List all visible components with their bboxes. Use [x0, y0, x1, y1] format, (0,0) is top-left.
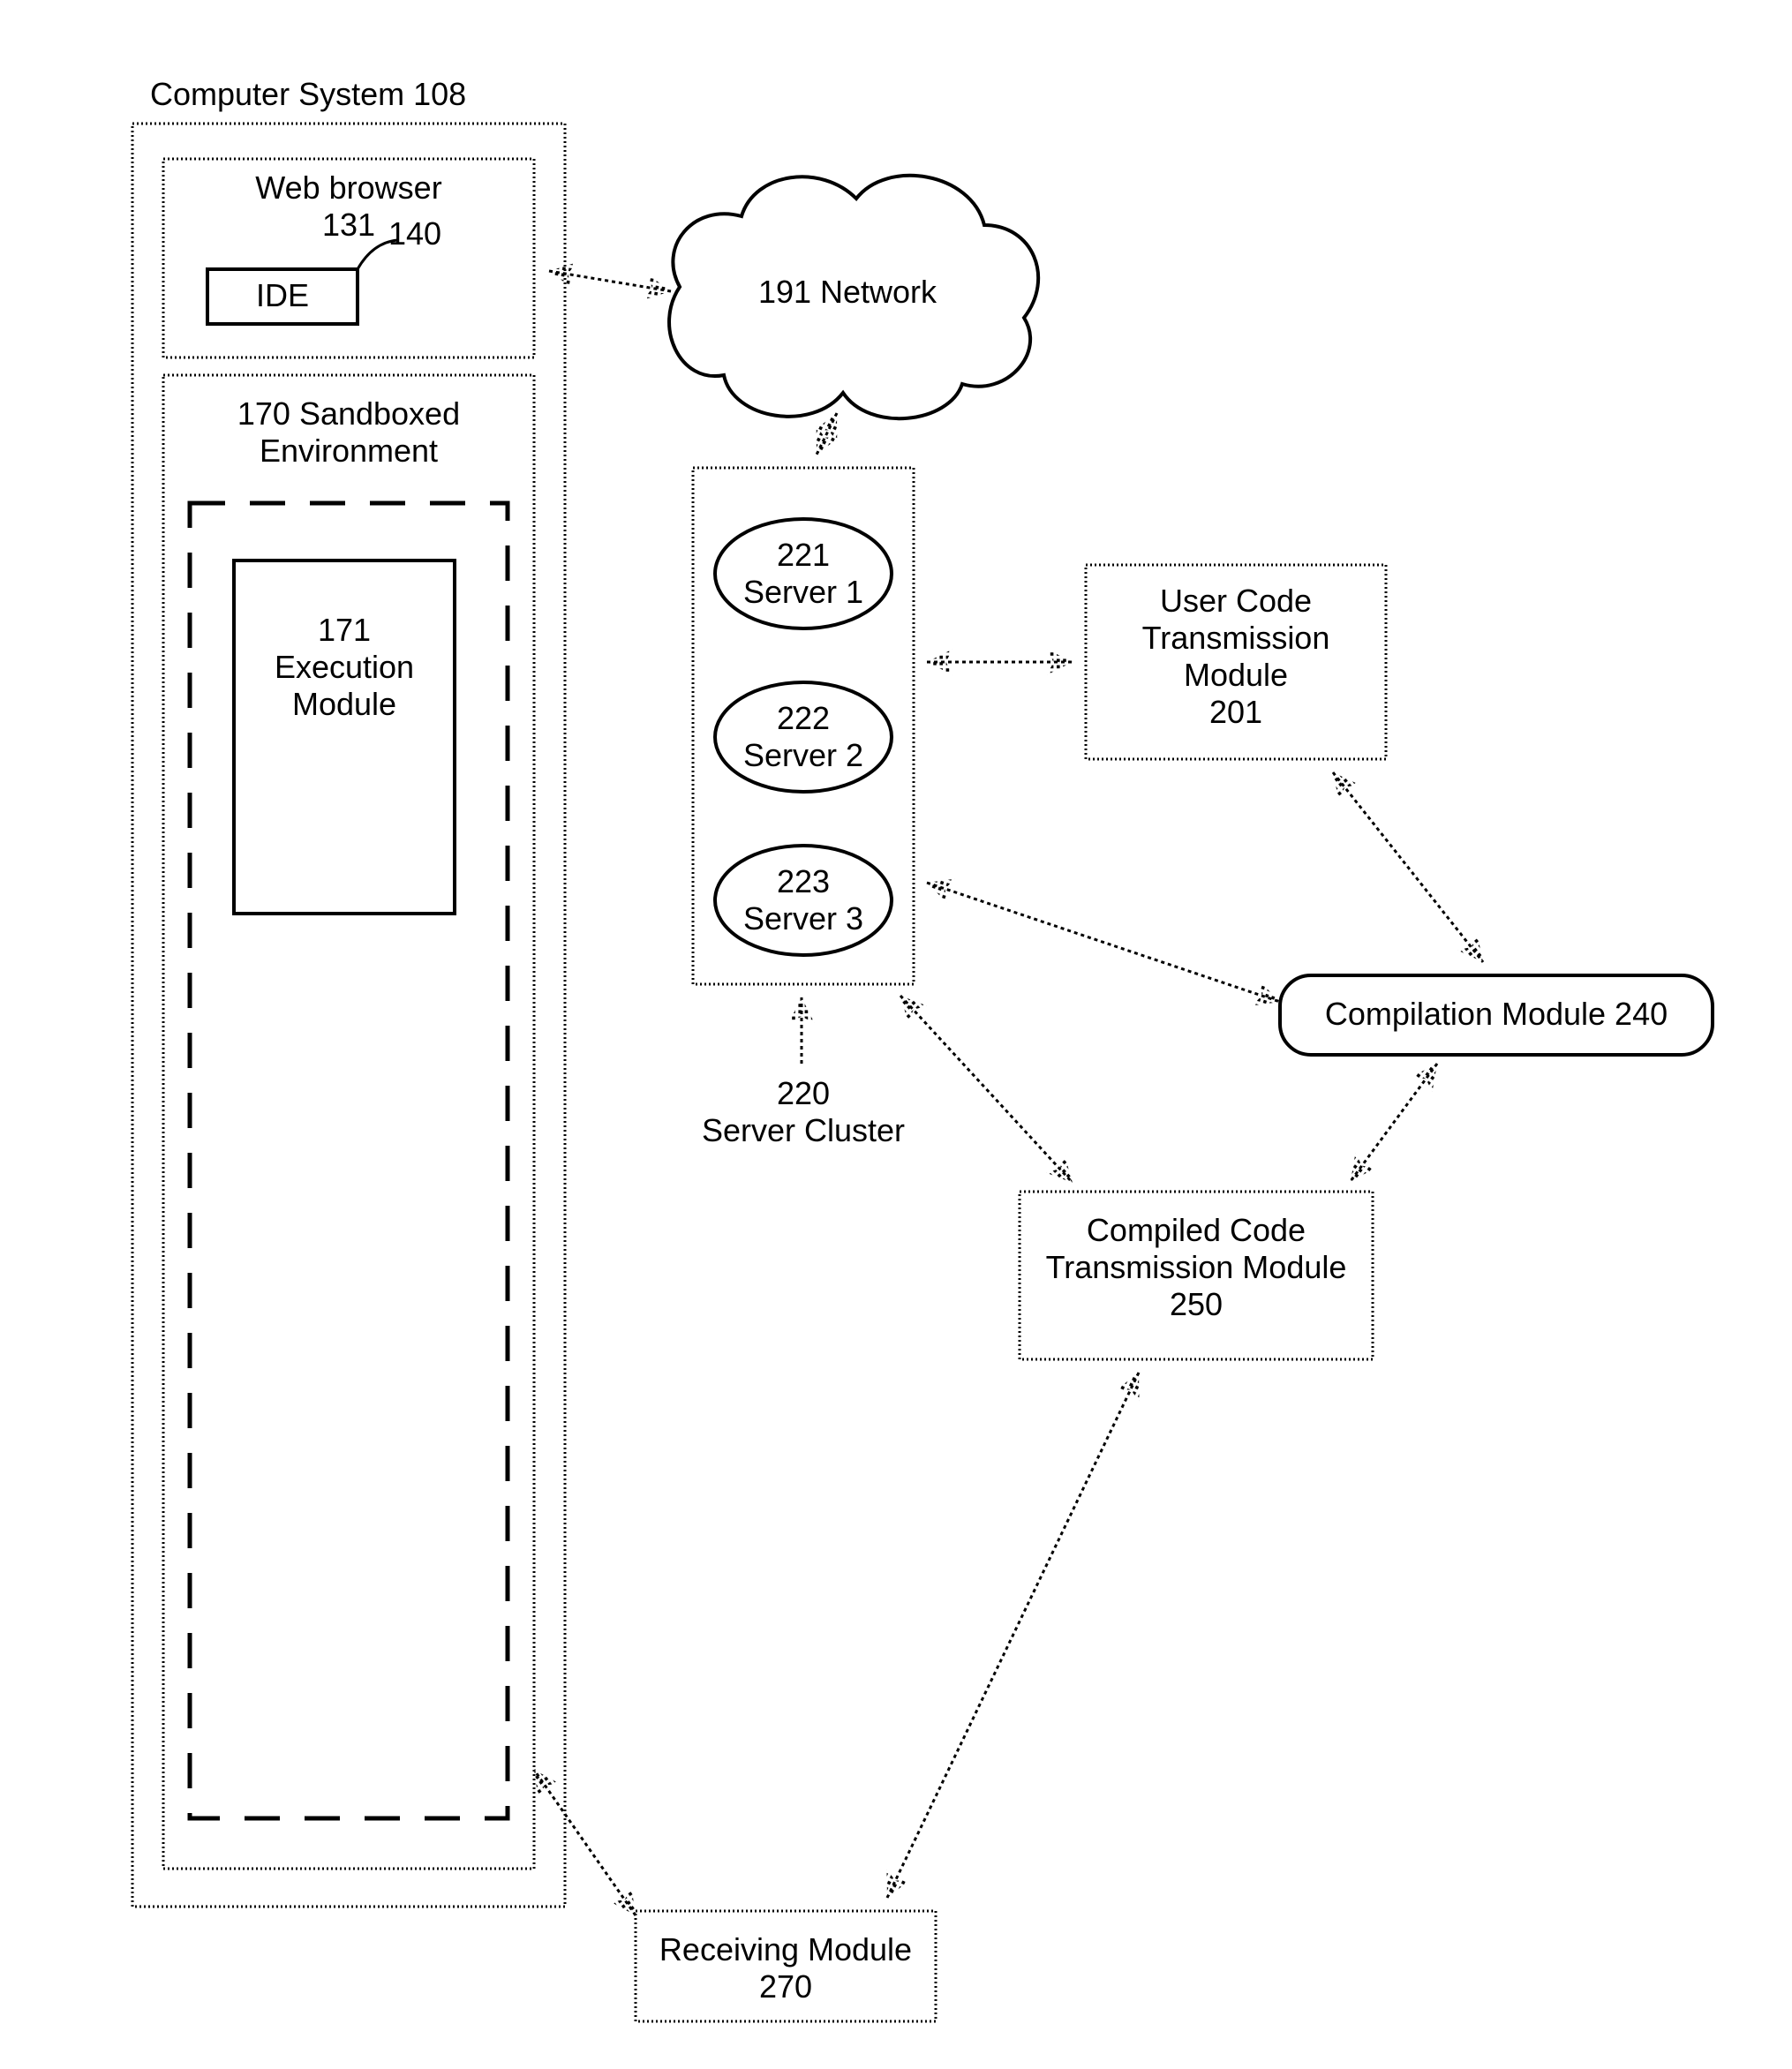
server3-l2: Server 3 — [715, 900, 892, 937]
usercode-l2: Transmission — [1086, 620, 1386, 656]
server1-l2: Server 1 — [715, 574, 892, 610]
server1-l1: 221 — [715, 537, 892, 573]
ide-label: IDE — [207, 277, 358, 313]
compiled-l3: 250 — [1020, 1286, 1373, 1322]
exec-label-l3: Module — [234, 686, 455, 722]
conn-cloud-cluster — [817, 413, 837, 455]
sandbox-label-l1: 170 Sandboxed — [163, 395, 534, 432]
server2-l1: 222 — [715, 700, 892, 736]
conn-cluster-compiled — [900, 996, 1073, 1183]
exec-label-l1: 171 — [234, 612, 455, 648]
web-browser-label-l2: 131 — [163, 207, 534, 243]
network-label: 191 Network — [724, 274, 971, 310]
compiled-l2: Transmission Module — [1020, 1249, 1373, 1285]
compilation-label: Compilation Module 240 — [1280, 996, 1713, 1032]
cluster-caption-l2: Server Cluster — [653, 1112, 953, 1148]
sandbox-label-l2: Environment — [163, 433, 534, 469]
conn-compiled-receiving — [887, 1373, 1139, 1898]
exec-label-l2: Execution — [234, 649, 455, 685]
compiled-l1: Compiled Code — [1020, 1212, 1373, 1248]
receiving-l2: 270 — [636, 1968, 936, 2005]
ide-ref: 140 — [388, 215, 468, 252]
computer-system-box — [132, 124, 565, 1907]
conn-compilation-compiled — [1351, 1064, 1437, 1181]
server3-l1: 223 — [715, 863, 892, 899]
usercode-l4: 201 — [1086, 694, 1386, 730]
cluster-caption-l1: 220 — [706, 1075, 900, 1111]
receiving-l1: Receiving Module — [636, 1931, 936, 1967]
conn-receiving-sandbox — [534, 1770, 636, 1915]
conn-cluster-compilation — [927, 883, 1280, 1002]
conn-usercode-compilation — [1333, 772, 1483, 962]
computer-system-title: Computer System 108 — [150, 76, 547, 112]
conn-browser-cloud — [549, 271, 671, 291]
sandbox-box — [163, 375, 534, 1869]
web-browser-label-l1: Web browser — [163, 169, 534, 206]
server2-l2: Server 2 — [715, 737, 892, 773]
usercode-l1: User Code — [1086, 583, 1386, 619]
usercode-l3: Module — [1086, 657, 1386, 693]
